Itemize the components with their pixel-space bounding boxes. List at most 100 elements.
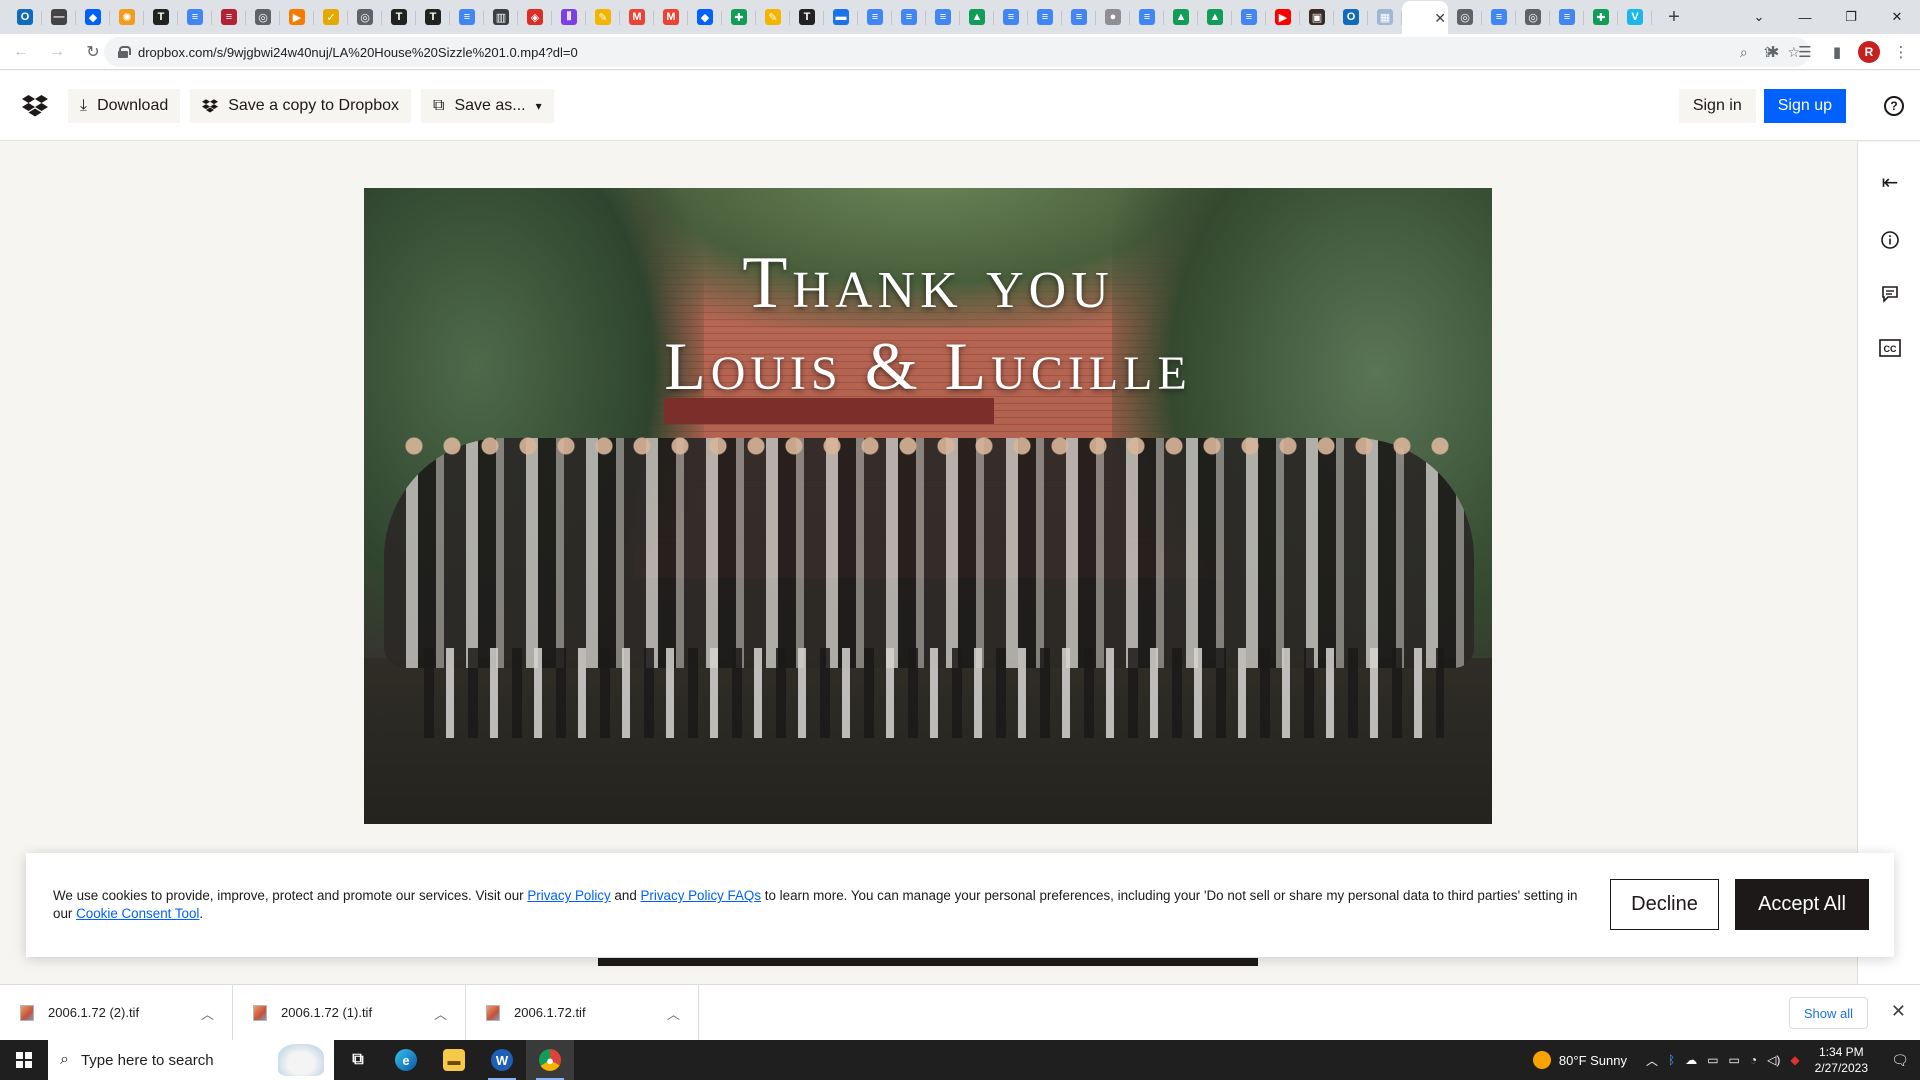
browser-tab[interactable]: ◈ <box>518 2 552 32</box>
bluetooth-icon[interactable]: ᛒ <box>1668 1053 1675 1067</box>
browser-tab-active[interactable]: ✕ <box>1402 1 1448 35</box>
browser-tab[interactable]: ✚ <box>1584 2 1618 32</box>
taskbar-file-explorer[interactable]: ▬ <box>430 1040 478 1080</box>
onedrive-cloud-icon[interactable]: ☁ <box>1685 1053 1697 1067</box>
taskbar-chrome[interactable]: ● <box>526 1040 574 1080</box>
privacy-policy-link[interactable]: Privacy Policy <box>527 888 610 903</box>
weather-widget[interactable]: 80°F Sunny <box>1532 1051 1627 1069</box>
browser-tab[interactable]: ≡ <box>1482 2 1516 32</box>
browser-tab[interactable]: ✚ <box>722 2 756 32</box>
accept-all-cookies-button[interactable]: Accept All <box>1735 879 1869 930</box>
cookie-consent-tool-link[interactable]: Cookie Consent Tool <box>76 906 199 921</box>
browser-tab[interactable]: ▲ <box>960 2 994 32</box>
comment-icon[interactable] <box>1878 282 1902 306</box>
browser-tab[interactable]: T <box>416 2 450 32</box>
browser-tab[interactable]: M <box>654 2 688 32</box>
browser-tab[interactable]: ▣ <box>1300 2 1334 32</box>
browser-tab[interactable]: T <box>144 2 178 32</box>
browser-tab[interactable]: ≡ <box>212 2 246 32</box>
browser-tab[interactable]: ≡ <box>858 2 892 32</box>
browser-tab[interactable]: ≡ <box>892 2 926 32</box>
save-as-dropdown[interactable]: ⧉ Save as... ▾ <box>421 88 554 123</box>
browser-tab[interactable]: ≡ <box>178 2 212 32</box>
download-button[interactable]: ⤓ Download <box>68 88 181 123</box>
tab-search-icon[interactable]: ⌄ <box>1736 0 1782 34</box>
display-icon[interactable]: ▭ <box>1707 1053 1718 1067</box>
browser-tab[interactable]: ▬ <box>824 2 858 32</box>
dropbox-logo-icon[interactable] <box>22 94 48 117</box>
volume-icon[interactable]: ◁) <box>1767 1053 1780 1067</box>
browser-tab[interactable]: V <box>1618 2 1652 32</box>
browser-tab[interactable]: ▲ <box>1198 2 1232 32</box>
lock-icon[interactable] <box>118 46 131 58</box>
chevron-up-icon[interactable]: ︿ <box>1646 1052 1658 1069</box>
side-panel-icon[interactable]: ▮ <box>1826 41 1848 63</box>
browser-tab[interactable]: ▥ <box>484 2 518 32</box>
chevron-up-icon[interactable]: ︿ <box>667 1004 680 1023</box>
browser-tab[interactable]: ≡ <box>1130 2 1164 32</box>
info-icon[interactable] <box>1878 228 1902 252</box>
taskbar-search-box[interactable]: ⌕ Type here to search <box>48 1040 334 1080</box>
browser-tab[interactable]: ◎ <box>348 2 382 32</box>
browser-tab[interactable]: — <box>42 2 76 32</box>
save-copy-to-dropbox-button[interactable]: Save a copy to Dropbox <box>190 88 411 123</box>
browser-tab[interactable]: ● <box>1096 2 1130 32</box>
browser-tab[interactable]: ◆ <box>688 2 722 32</box>
browser-tab[interactable]: ≡ <box>1028 2 1062 32</box>
browser-tab[interactable]: ◎ <box>1448 2 1482 32</box>
start-button[interactable] <box>0 1040 48 1080</box>
privacy-policy-faqs-link[interactable]: Privacy Policy FAQs <box>641 888 762 903</box>
decline-cookies-button[interactable]: Decline <box>1610 879 1719 930</box>
browser-tab[interactable]: ≡ <box>1550 2 1584 32</box>
profile-avatar[interactable]: R <box>1858 41 1880 63</box>
browser-tab[interactable]: O <box>8 2 42 32</box>
closed-captions-icon[interactable]: CC <box>1878 336 1902 360</box>
browser-tab[interactable]: ≡ <box>450 2 484 32</box>
browser-tab[interactable]: ≡ <box>926 2 960 32</box>
close-tab-icon[interactable]: ✕ <box>1434 10 1446 27</box>
minimize-button[interactable]: — <box>1782 0 1828 34</box>
wifi-icon[interactable]: ◔ <box>1750 1053 1757 1067</box>
browser-tab[interactable]: ≡ <box>1062 2 1096 32</box>
browser-tab[interactable]: ▲ <box>1164 2 1198 32</box>
download-item[interactable]: 2006.1.72.tif ︿ <box>466 984 699 1041</box>
browser-tab[interactable]: T <box>790 2 824 32</box>
dropbox-tray-icon[interactable]: ◆ <box>1790 1053 1799 1067</box>
browser-tab[interactable]: ✎ <box>756 2 790 32</box>
menu-kebab-icon[interactable]: ⋮ <box>1890 41 1912 63</box>
browser-tab[interactable]: ✓ <box>314 2 348 32</box>
browser-tab[interactable]: O <box>1334 2 1368 32</box>
browser-tab[interactable]: ≡ <box>1232 2 1266 32</box>
taskbar-webex[interactable]: W <box>478 1040 526 1080</box>
video-player[interactable]: Thank you Louis & Lucille <box>364 188 1492 824</box>
browser-tab[interactable]: ◆ <box>76 2 110 32</box>
close-window-button[interactable]: ✕ <box>1874 0 1920 34</box>
reading-list-icon[interactable]: ☰ <box>1794 41 1816 63</box>
sign-up-button[interactable]: Sign up <box>1763 89 1846 123</box>
close-shelf-icon[interactable]: ✕ <box>1891 1001 1906 1022</box>
collapse-panel-icon[interactable]: ⇤ <box>1878 170 1902 194</box>
browser-tab[interactable]: ▶ <box>280 2 314 32</box>
sign-in-button[interactable]: Sign in <box>1678 89 1756 123</box>
show-all-downloads-button[interactable]: Show all <box>1788 997 1868 1029</box>
browser-tab[interactable]: ◎ <box>1516 2 1550 32</box>
back-button[interactable]: ← <box>6 37 36 67</box>
browser-tab[interactable]: ⦀ <box>552 2 586 32</box>
extensions-icon[interactable]: ✱ <box>1762 41 1784 63</box>
browser-tab[interactable]: ◎ <box>246 2 280 32</box>
taskbar-edge[interactable]: e <box>382 1040 430 1080</box>
new-tab-button[interactable]: + <box>1658 3 1690 31</box>
download-item[interactable]: 2006.1.72 (1).tif ︿ <box>233 984 466 1041</box>
browser-tab[interactable]: ▶ <box>1266 2 1300 32</box>
browser-tab[interactable]: ✺ <box>110 2 144 32</box>
battery-icon[interactable]: ▭ <box>1729 1053 1740 1067</box>
forward-button[interactable]: → <box>42 37 72 67</box>
download-item[interactable]: 2006.1.72 (2).tif ︿ <box>0 984 233 1041</box>
browser-tab[interactable]: M <box>620 2 654 32</box>
task-view-button[interactable]: ⧉ <box>334 1040 382 1080</box>
chevron-up-icon[interactable]: ︿ <box>201 1004 214 1023</box>
browser-tab[interactable]: ✎ <box>586 2 620 32</box>
restore-button[interactable]: ❐ <box>1828 0 1874 34</box>
address-bar[interactable]: dropbox.com/s/9wjgbwi24w40nuj/LA%20House… <box>104 37 1810 67</box>
notification-icon[interactable]: 🗨 <box>1880 1040 1920 1080</box>
